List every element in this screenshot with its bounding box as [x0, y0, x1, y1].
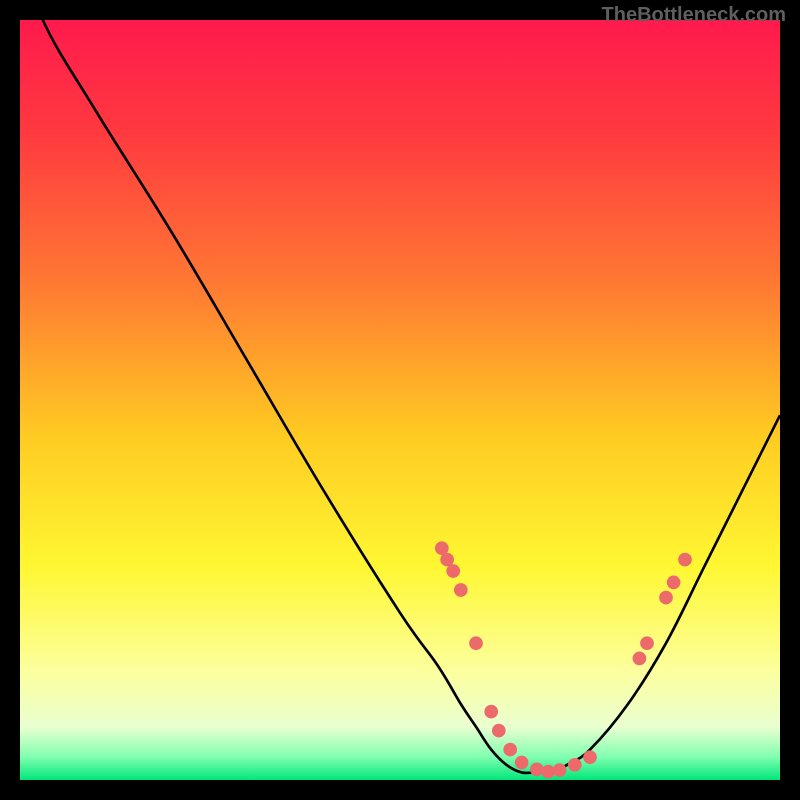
data-point — [583, 750, 597, 764]
data-markers — [435, 541, 692, 778]
plot-area — [20, 20, 780, 780]
data-point — [492, 724, 506, 738]
chart-svg — [20, 20, 780, 780]
bottleneck-curve — [20, 20, 780, 773]
data-point — [659, 591, 673, 605]
data-point — [530, 763, 544, 777]
data-point — [568, 758, 582, 772]
data-point — [553, 763, 567, 777]
data-point — [633, 652, 647, 666]
data-point — [667, 576, 681, 590]
data-point — [469, 636, 483, 650]
watermark-text: TheBottleneck.com — [602, 4, 786, 27]
data-point — [503, 743, 517, 757]
data-point — [484, 705, 498, 719]
data-point — [515, 756, 529, 770]
data-point — [454, 583, 468, 597]
data-point — [446, 564, 460, 578]
data-point — [640, 636, 654, 650]
data-point — [678, 553, 692, 567]
